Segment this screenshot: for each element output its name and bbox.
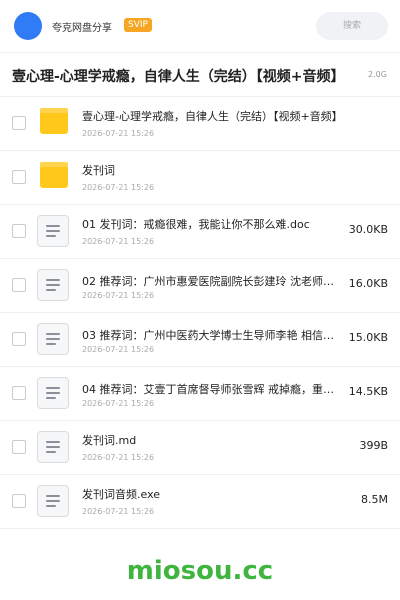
file-name: 发刊词.md (82, 434, 137, 447)
checkbox[interactable] (12, 440, 26, 454)
file-date: 2026-07-21 15:26 (82, 345, 155, 354)
file-name: 04 推荐词：艾壹丁首席督导师张雪辉 戒掉瘾，重… (82, 383, 334, 396)
list-item[interactable]: 发刊词 2026-07-21 15:26 (0, 150, 400, 205)
folder-icon (40, 108, 68, 134)
checkbox[interactable] (12, 386, 26, 400)
document-icon (37, 323, 69, 355)
document-icon (37, 485, 69, 517)
watermark: miosou.cc (126, 556, 274, 586)
file-date: 2026-07-21 15:26 (82, 129, 155, 138)
list-item[interactable]: 03 推荐词：广州中医药大学博士生导师李艳 相信… 2026-07-21 15:… (0, 312, 400, 367)
checkbox[interactable] (12, 332, 26, 346)
app-name: 夸克网盘分享 (52, 23, 112, 34)
list-item[interactable]: 发刊词.md 2026-07-21 15:26 399B (0, 420, 400, 475)
search-button[interactable]: 搜索 (316, 12, 388, 40)
document-icon (37, 431, 69, 463)
file-date: 2026-07-21 15:26 (82, 237, 155, 246)
checkbox[interactable] (12, 494, 26, 508)
list-item[interactable]: 01 发刊词：戒瘾很难，我能让你不那么难.doc 2026-07-21 15:2… (0, 204, 400, 259)
file-size: 14.5KB (348, 385, 388, 398)
file-size: 16.0KB (348, 277, 388, 290)
file-size: 8.5M (361, 493, 388, 506)
list-item[interactable]: 壹心理-心理学戒瘾，自律人生（完结）【视频+音频】 2026-07-21 15:… (0, 96, 400, 151)
page-title: 壹心理-心理学戒瘾，自律人生（完结）【视频+音频】 (12, 69, 345, 85)
list-item[interactable]: 发刊词音频.exe 2026-07-21 15:26 8.5M (0, 474, 400, 529)
document-icon (37, 377, 69, 409)
file-name: 发刊词 (82, 164, 115, 177)
file-name: 发刊词音频.exe (82, 488, 161, 501)
file-name: 壹心理-心理学戒瘾，自律人生（完结）【视频+音频】 (82, 110, 343, 123)
file-date: 2026-07-21 15:26 (82, 291, 155, 300)
file-date: 2026-07-21 15:26 (82, 453, 155, 462)
checkbox[interactable] (12, 170, 26, 184)
file-name: 02 推荐词：广州市惠爱医院副院长彭建玲 沈老师… (82, 275, 334, 288)
file-name: 03 推荐词：广州中医药大学博士生导师李艳 相信… (82, 329, 334, 342)
file-size: 30.0KB (348, 223, 388, 236)
document-icon (37, 269, 69, 301)
file-date: 2026-07-21 15:26 (82, 507, 155, 516)
list-item[interactable]: 02 推荐词：广州市惠爱医院副院长彭建玲 沈老师… 2026-07-21 15:… (0, 258, 400, 313)
list-item[interactable]: 04 推荐词：艾壹丁首席督导师张雪辉 戒掉瘾，重… 2026-07-21 15:… (0, 366, 400, 421)
file-date: 2026-07-21 15:26 (82, 183, 155, 192)
folder-title-bar: 壹心理-心理学戒瘾，自律人生（完结）【视频+音频】 2.0G (0, 52, 400, 97)
folder-size: 2.0G (368, 70, 387, 79)
folder-icon (40, 162, 68, 188)
checkbox[interactable] (12, 224, 26, 238)
avatar[interactable] (14, 12, 42, 40)
file-size: 399B (359, 439, 388, 452)
svip-badge: SVIP (124, 18, 152, 32)
file-name: 01 发刊词：戒瘾很难，我能让你不那么难.doc (82, 218, 310, 231)
document-icon (37, 215, 69, 247)
header: 夸克网盘分享 SVIP 搜索 (0, 0, 400, 53)
checkbox[interactable] (12, 116, 26, 130)
checkbox[interactable] (12, 278, 26, 292)
file-date: 2026-07-21 15:26 (82, 399, 155, 408)
file-size: 15.0KB (348, 331, 388, 344)
